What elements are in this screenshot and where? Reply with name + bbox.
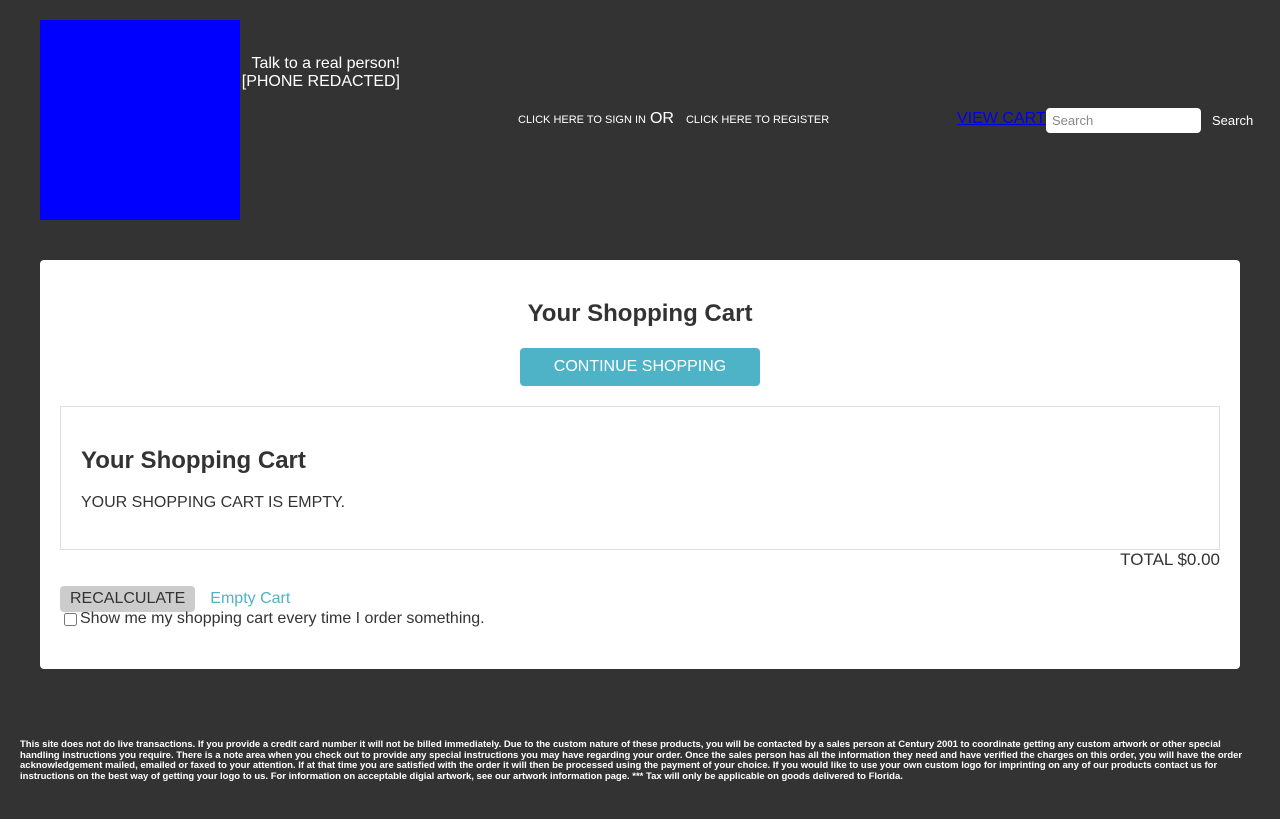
contact-phone: [PHONE REDACTED]	[241, 73, 400, 90]
or-separator: OR	[649, 110, 674, 127]
register-link[interactable]: CLICK HERE TO REGISTER	[686, 114, 829, 126]
logo[interactable]	[40, 20, 240, 220]
empty-cart-message: YOUR SHOPPING CART IS EMPTY.	[81, 494, 346, 511]
cart-panel: Your Shopping Cart CONTINUE SHOPPING You…	[40, 260, 1240, 669]
empty-cart-link[interactable]: Empty Cart	[210, 590, 290, 608]
cart-total: TOTAL $0.00	[1120, 550, 1220, 569]
contact-info: Talk to a real person! [PHONE REDACTED]	[240, 55, 400, 91]
site-header: Talk to a real person! [PHONE REDACTED] …	[0, 0, 1280, 240]
footer-disclaimer: This site does not do live transactions.…	[20, 739, 1243, 782]
continue-shopping-button[interactable]: CONTINUE SHOPPING	[520, 348, 760, 386]
show-cart-label: Show me my shopping cart every time I or…	[80, 610, 485, 627]
show-cart-checkbox[interactable]	[64, 612, 77, 626]
cart-contents-box: Your Shopping Cart YOUR SHOPPING CART IS…	[60, 406, 1220, 550]
search-button[interactable]: Search	[1206, 108, 1259, 133]
sign-in-link[interactable]: CLICK HERE TO SIGN IN	[518, 114, 646, 126]
auth-links: CLICK HERE TO SIGN IN OR CLICK HERE TO R…	[518, 110, 829, 128]
search-input[interactable]	[1046, 108, 1201, 133]
page-title: Your Shopping Cart	[527, 300, 753, 327]
recalculate-button[interactable]: RECALCULATE	[60, 586, 196, 612]
contact-tagline: Talk to a real person!	[251, 55, 400, 72]
cart-contents-title: Your Shopping Cart	[81, 447, 306, 474]
cart-actions: RECALCULATE Empty Cart	[60, 586, 290, 612]
show-cart-option: Show me my shopping cart every time I or…	[63, 610, 485, 628]
view-cart-link[interactable]: VIEW CART	[957, 110, 1046, 128]
